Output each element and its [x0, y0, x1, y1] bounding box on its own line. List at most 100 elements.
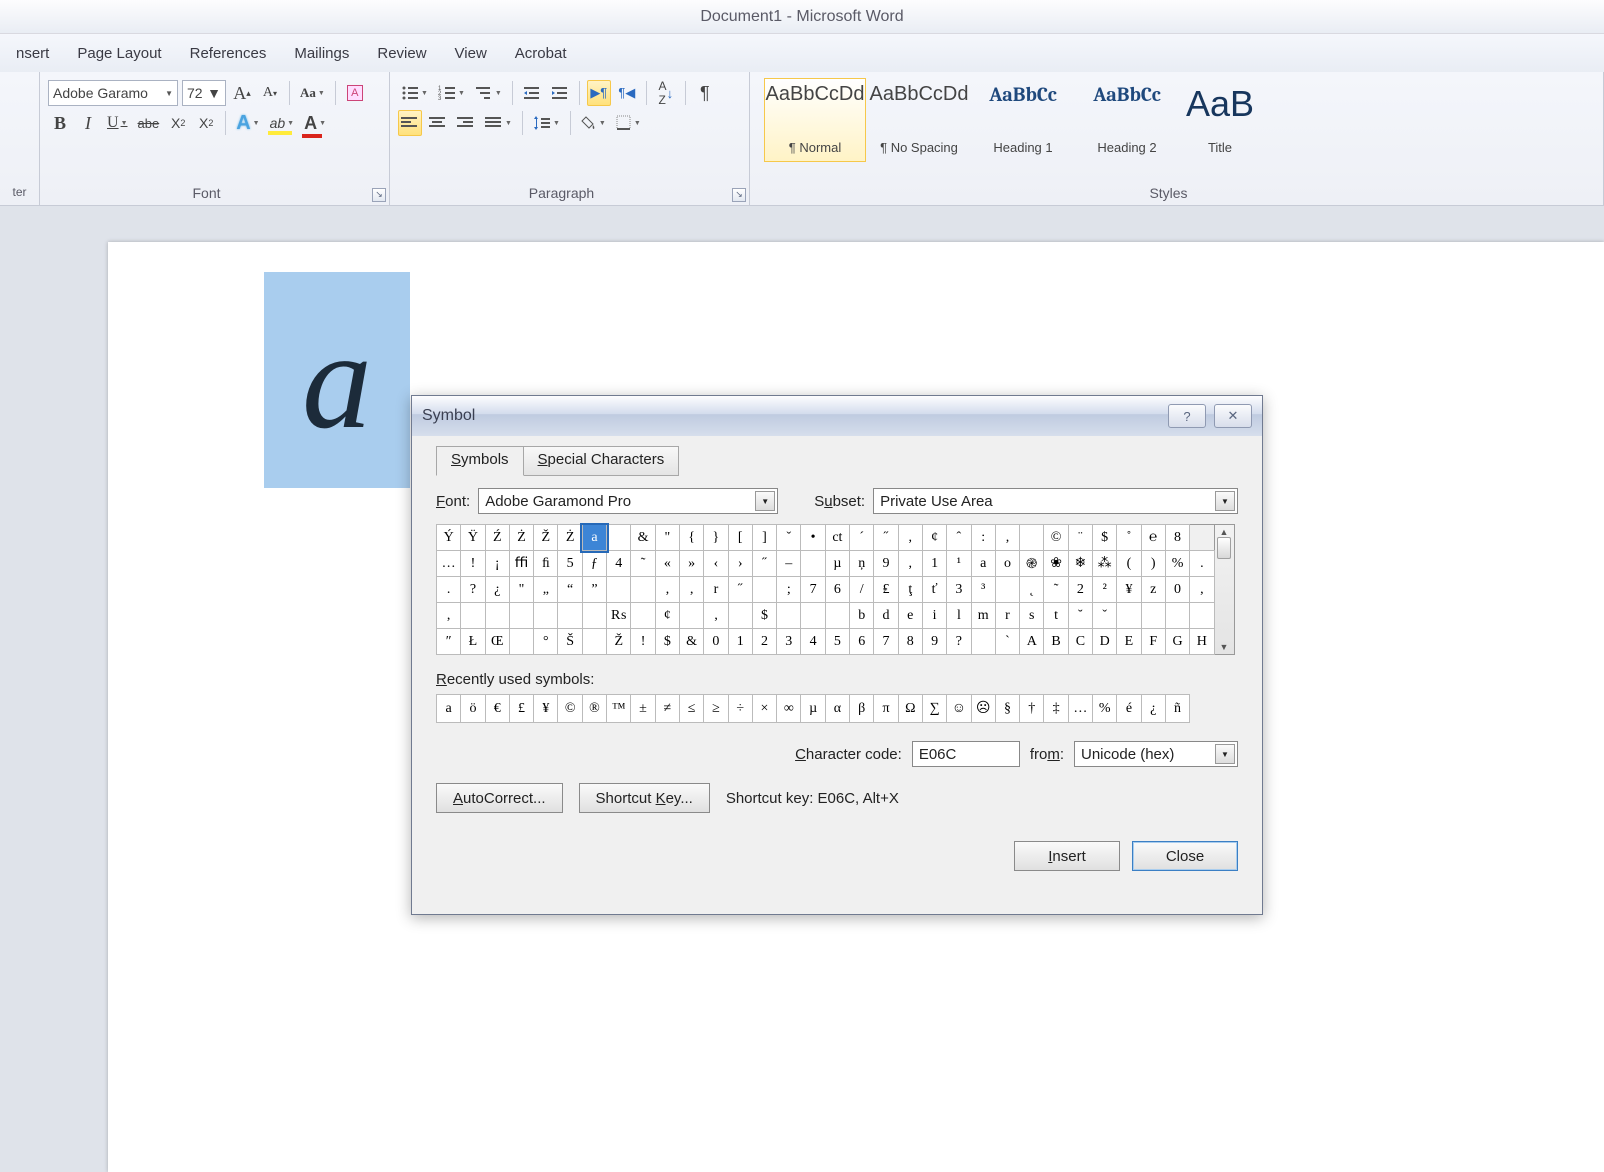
shrink-font-button[interactable]: A▾: [258, 80, 282, 106]
char-cell[interactable]: [631, 577, 655, 603]
clear-formatting-button[interactable]: A: [343, 80, 367, 106]
char-cell[interactable]: ˝: [874, 525, 898, 551]
char-cell[interactable]: –: [777, 551, 801, 577]
recent-char-cell[interactable]: ☺: [947, 695, 971, 723]
char-cell[interactable]: 2: [752, 629, 776, 655]
scroll-up-icon[interactable]: ▲: [1220, 527, 1229, 537]
char-cell[interactable]: [631, 603, 655, 629]
char-cell[interactable]: %: [1165, 551, 1189, 577]
chevron-down-icon[interactable]: ▼: [1215, 744, 1235, 764]
char-cell[interactable]: t: [1044, 603, 1068, 629]
char-cell[interactable]: Ż: [509, 525, 533, 551]
char-cell[interactable]: 6: [825, 577, 849, 603]
char-cell[interactable]: a: [582, 525, 606, 551]
recent-char-cell[interactable]: ±: [631, 695, 655, 723]
char-cell[interactable]: 4: [801, 629, 825, 655]
from-combo[interactable]: Unicode (hex)▼: [1074, 741, 1238, 767]
char-cell[interactable]: 9: [922, 629, 946, 655]
char-cell[interactable]: i: [922, 603, 946, 629]
decrease-indent-button[interactable]: [520, 80, 544, 106]
char-cell[interactable]: r: [995, 603, 1019, 629]
align-justify-button[interactable]: ▼: [482, 110, 515, 136]
style-heading-1[interactable]: AaBbCcHeading 1: [972, 78, 1074, 162]
char-code-input[interactable]: E06C: [912, 741, 1020, 767]
char-cell[interactable]: 0: [1165, 577, 1189, 603]
char-cell[interactable]: 1: [922, 551, 946, 577]
char-cell[interactable]: ¢: [922, 525, 946, 551]
character-grid[interactable]: ÝŸŹŻŽŻa&"{}[]ˇ•ctˊ˝,¢ˆ:,©¨$˚℮8…!¡ﬃﬁ5ƒ4˜«…: [436, 524, 1215, 655]
char-cell[interactable]: e: [898, 603, 922, 629]
char-cell[interactable]: B: [1044, 629, 1068, 655]
font-combo[interactable]: Adobe Garamond Pro▼: [478, 488, 778, 514]
chevron-down-icon[interactable]: ▼: [755, 491, 775, 511]
char-cell[interactable]: /: [850, 577, 874, 603]
char-cell[interactable]: C: [1068, 629, 1092, 655]
recent-char-cell[interactable]: é: [1117, 695, 1141, 723]
bullets-button[interactable]: ▼: [398, 80, 431, 106]
grow-font-button[interactable]: A▴: [230, 80, 254, 106]
char-cell[interactable]: z: [1141, 577, 1165, 603]
char-cell[interactable]: 8: [898, 629, 922, 655]
char-cell[interactable]: ,: [898, 525, 922, 551]
tab-insert[interactable]: nsert: [2, 34, 63, 72]
char-cell[interactable]: ct: [825, 525, 849, 551]
tab-page-layout[interactable]: Page Layout: [63, 34, 175, 72]
font-name-combo[interactable]: Adobe Garamo▼: [48, 80, 178, 106]
char-cell[interactable]: Ź: [485, 525, 509, 551]
char-cell[interactable]: ﬃ: [509, 551, 533, 577]
char-cell[interactable]: $: [655, 629, 679, 655]
recent-char-cell[interactable]: ‡: [1044, 695, 1068, 723]
char-cell[interactable]: [582, 603, 606, 629]
char-cell[interactable]: !: [461, 551, 485, 577]
char-cell[interactable]: Œ: [485, 629, 509, 655]
char-cell[interactable]: 7: [874, 629, 898, 655]
char-cell[interactable]: ): [1141, 551, 1165, 577]
char-cell[interactable]: “: [558, 577, 582, 603]
char-cell[interactable]: ˜: [631, 551, 655, 577]
align-right-button[interactable]: [454, 110, 478, 136]
recent-symbols-grid[interactable]: aö€£¥©®™±≠≤≥÷×∞µαβπΩ∑☺☹§†‡…%é¿ñ: [436, 694, 1190, 723]
char-cell[interactable]: a: [971, 551, 995, 577]
char-cell[interactable]: ‚: [679, 577, 703, 603]
char-cell[interactable]: $: [752, 603, 776, 629]
char-cell[interactable]: ": [509, 577, 533, 603]
insert-button[interactable]: Insert: [1014, 841, 1120, 871]
char-cell[interactable]: ⁂: [1093, 551, 1117, 577]
subset-combo[interactable]: Private Use Area▼: [873, 488, 1238, 514]
char-cell[interactable]: [801, 603, 825, 629]
rtl-button[interactable]: ¶◀: [615, 80, 639, 106]
recent-char-cell[interactable]: ∞: [777, 695, 801, 723]
char-cell[interactable]: G: [1165, 629, 1189, 655]
char-cell[interactable]: r: [704, 577, 728, 603]
char-cell[interactable]: ,: [1190, 577, 1214, 603]
tab-mailings[interactable]: Mailings: [280, 34, 363, 72]
recent-char-cell[interactable]: ¥: [534, 695, 558, 723]
char-cell[interactable]: •: [801, 525, 825, 551]
chevron-down-icon[interactable]: ▼: [1215, 491, 1235, 511]
char-cell[interactable]: [485, 603, 509, 629]
char-cell[interactable]: [509, 603, 533, 629]
show-marks-button[interactable]: ¶: [693, 80, 717, 106]
recent-char-cell[interactable]: ñ: [1165, 695, 1189, 723]
tab-references[interactable]: References: [176, 34, 281, 72]
recent-char-cell[interactable]: £: [509, 695, 533, 723]
char-cell[interactable]: ¿: [485, 577, 509, 603]
change-case-button[interactable]: Aa▼: [297, 80, 328, 106]
paragraph-dialog-launcher[interactable]: ↘: [732, 188, 746, 202]
char-cell[interactable]: 1: [728, 629, 752, 655]
align-center-button[interactable]: [426, 110, 450, 136]
scroll-down-icon[interactable]: ▼: [1220, 642, 1229, 652]
char-cell[interactable]: ¢: [655, 603, 679, 629]
font-size-combo[interactable]: 72▼: [182, 80, 226, 106]
char-cell[interactable]: ₤: [874, 577, 898, 603]
char-cell[interactable]: ˊ: [850, 525, 874, 551]
style-no-spacing[interactable]: AaBbCcDd¶ No Spacing: [868, 78, 970, 162]
recent-char-cell[interactable]: Ω: [898, 695, 922, 723]
char-cell[interactable]: {: [679, 525, 703, 551]
char-cell[interactable]: ņ: [850, 551, 874, 577]
char-cell[interactable]: [728, 603, 752, 629]
selected-text[interactable]: a: [264, 272, 410, 488]
font-dialog-launcher[interactable]: ↘: [372, 188, 386, 202]
char-cell[interactable]: ?: [461, 577, 485, 603]
char-cell[interactable]: l: [947, 603, 971, 629]
